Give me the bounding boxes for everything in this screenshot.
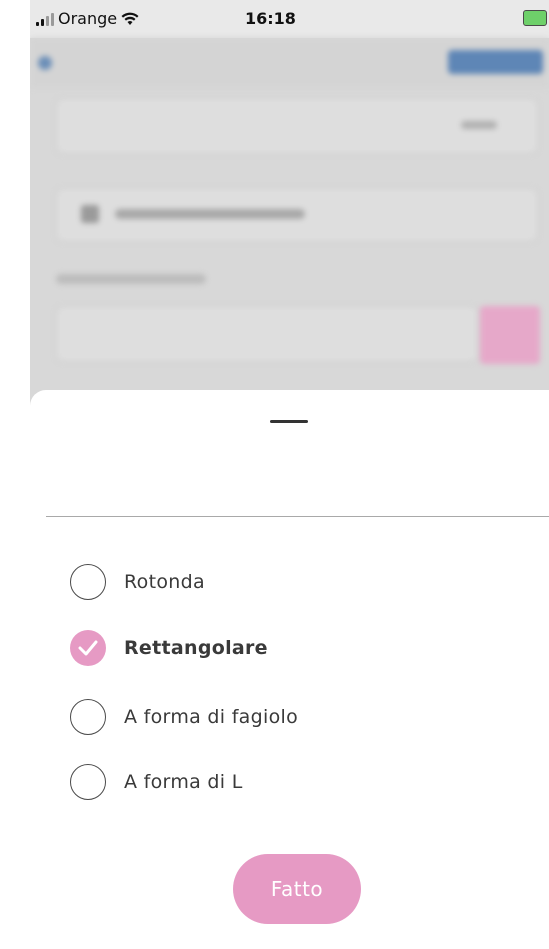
divider xyxy=(46,516,549,517)
radio-unchecked-icon[interactable] xyxy=(70,764,106,800)
option-label: A forma di fagiolo xyxy=(124,706,298,728)
option-label: Rettangolare xyxy=(124,637,268,659)
option-a-forma-di-l[interactable]: A forma di L xyxy=(70,762,243,802)
blurred-background-app xyxy=(30,38,549,398)
sheet-grabber[interactable] xyxy=(270,420,308,423)
bg-field xyxy=(56,306,478,362)
option-label: Rotonda xyxy=(124,571,205,593)
status-left: Orange xyxy=(36,9,139,28)
logo xyxy=(448,50,543,74)
done-button[interactable]: Fatto xyxy=(233,854,361,924)
status-bar: Orange 16:18 xyxy=(30,0,549,38)
left-margin xyxy=(0,0,30,949)
phone-screen: Orange 16:18 Rotonda Rettangolare A form… xyxy=(30,0,549,949)
option-rotonda[interactable]: Rotonda xyxy=(70,562,205,602)
option-rettangolare[interactable]: Rettangolare xyxy=(70,628,268,668)
radio-checked-icon[interactable] xyxy=(70,630,106,666)
signal-icon xyxy=(36,12,54,26)
user-icon xyxy=(81,205,99,223)
carrier-name: Orange xyxy=(58,9,118,28)
back-icon xyxy=(38,56,52,70)
radio-unchecked-icon[interactable] xyxy=(70,564,106,600)
radio-unchecked-icon[interactable] xyxy=(70,699,106,735)
option-a-forma-di-fagiolo[interactable]: A forma di fagiolo xyxy=(70,697,298,737)
wifi-icon xyxy=(121,12,139,25)
bg-add-button xyxy=(480,306,540,364)
bg-label xyxy=(56,274,206,284)
clock: 16:18 xyxy=(245,9,296,28)
bottom-sheet: Rotonda Rettangolare A forma di fagiolo … xyxy=(30,390,549,949)
option-label: A forma di L xyxy=(124,771,243,793)
battery-icon xyxy=(523,10,547,26)
bg-nav-bar xyxy=(30,38,549,88)
bg-field xyxy=(56,188,538,242)
bg-field xyxy=(56,98,538,154)
